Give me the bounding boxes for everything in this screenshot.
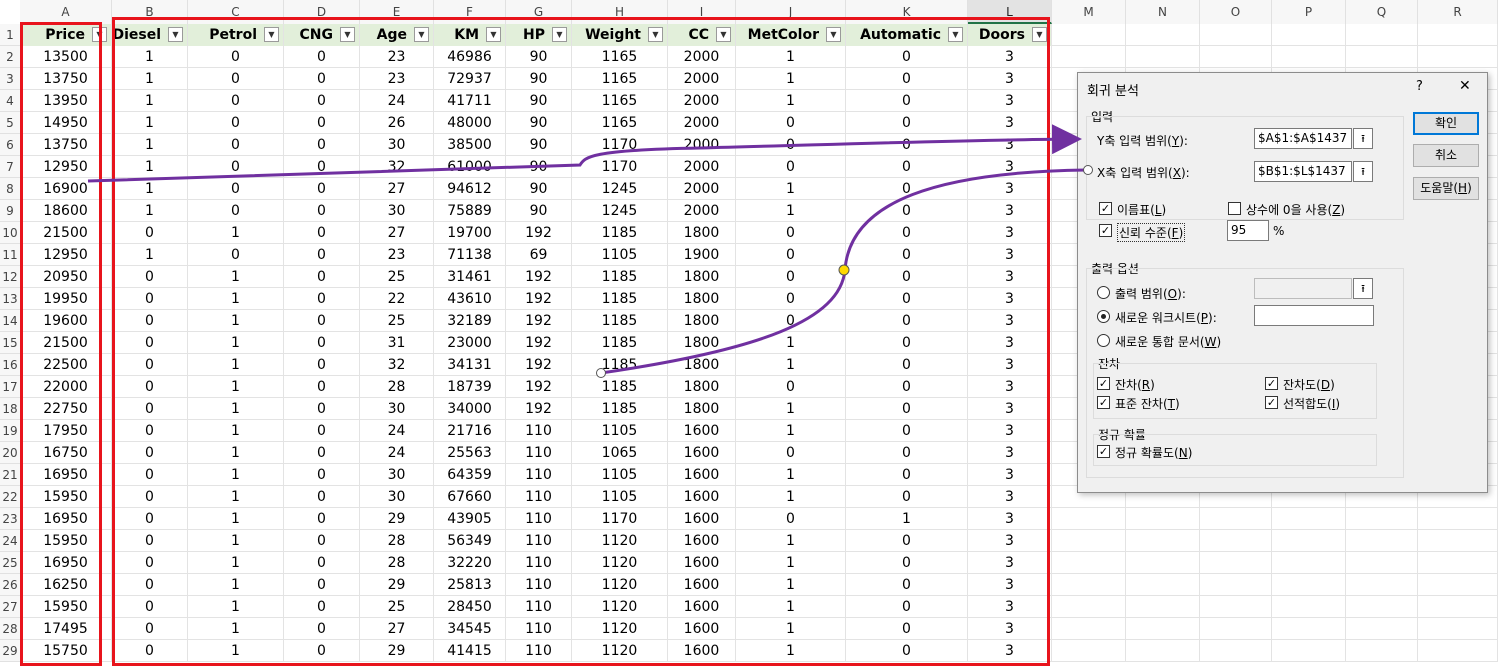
- annotation-overlay: [87, 124, 1093, 378]
- arrow-mid-handle: [838, 264, 850, 276]
- arrow-start-handle: [596, 368, 606, 378]
- arrow-end-handle: [1083, 165, 1093, 175]
- y-range-arrow: [87, 124, 1082, 183]
